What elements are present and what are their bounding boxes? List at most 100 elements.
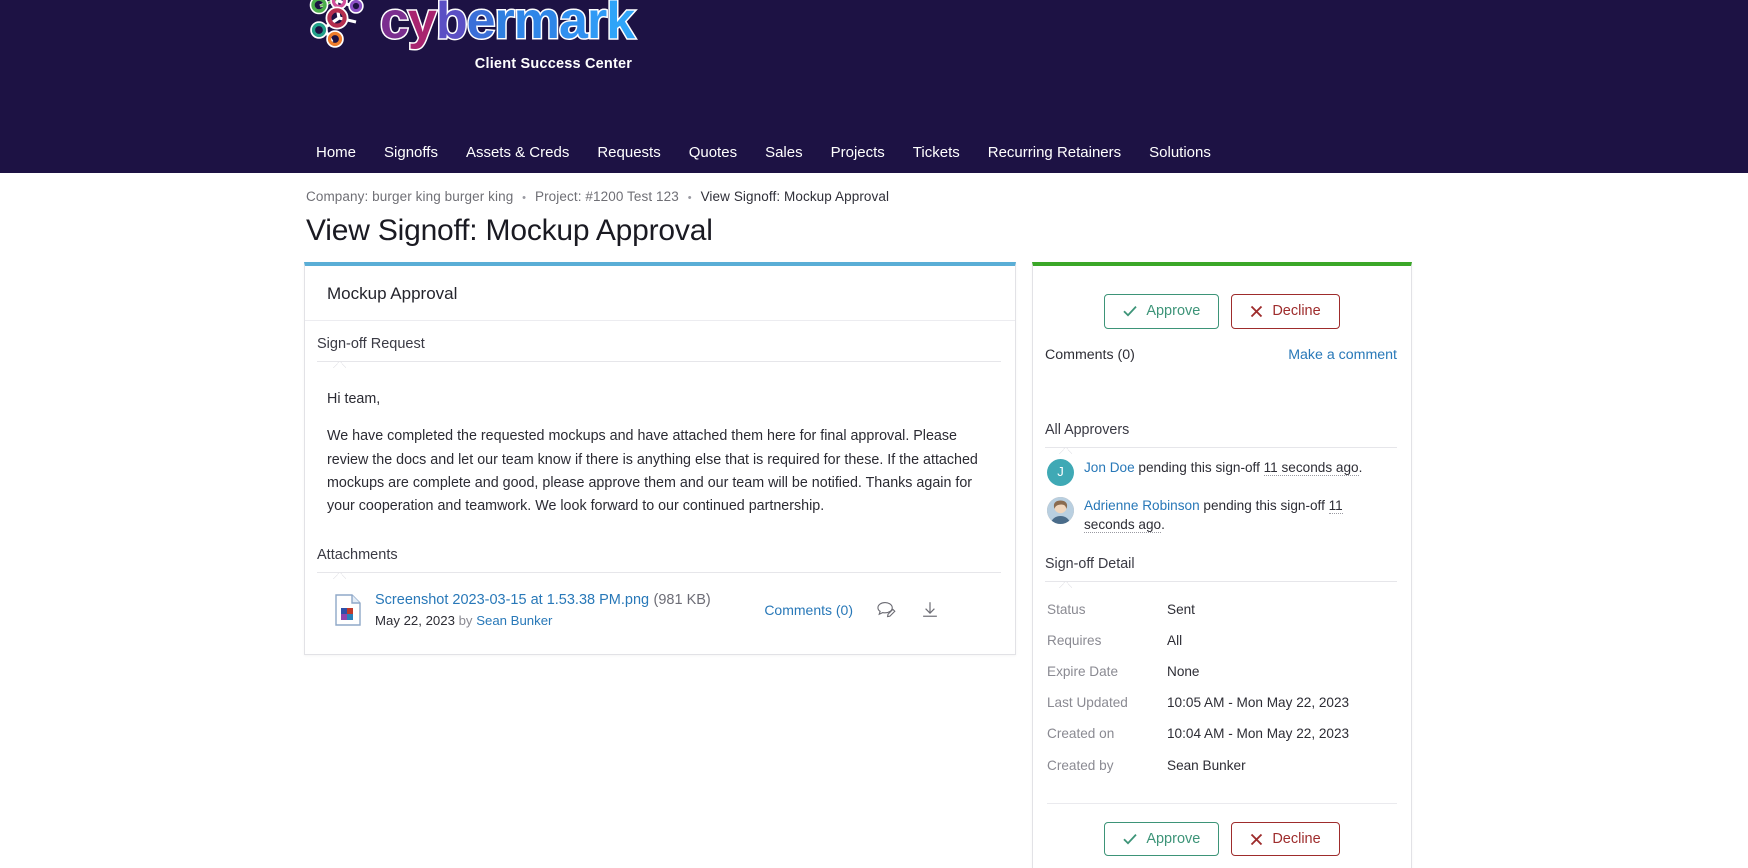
nav-item-projects[interactable]: Projects: [817, 133, 899, 173]
detail-key: Created on: [1047, 726, 1115, 742]
logo-letter-8: k: [605, 0, 637, 50]
logo-letter-6: a: [558, 0, 590, 50]
approve-button-bottom[interactable]: Approve: [1104, 821, 1220, 857]
make-a-comment-link[interactable]: Make a comment: [1288, 347, 1397, 363]
detail-key: Requires: [1047, 633, 1102, 649]
approver-name[interactable]: Adrienne Robinson: [1084, 498, 1200, 513]
approver-text: Adrienne Robinson pending this sign-off …: [1084, 496, 1393, 535]
approver-status: pending this sign-off: [1138, 459, 1260, 475]
nav-item-recurring-retainers[interactable]: Recurring Retainers: [974, 133, 1135, 173]
comment-edit-icon[interactable]: [875, 599, 897, 621]
content-columns: Mockup Approval Sign-off Request Hi team…: [0, 262, 1748, 868]
logo-letter-3: e: [465, 0, 497, 50]
section-divider: [1045, 446, 1397, 454]
nav-item-tickets[interactable]: Tickets: [899, 133, 974, 173]
approver-row: Adrienne Robinson pending this sign-off …: [1033, 486, 1411, 535]
page-content: Company: burger king burger king • Proje…: [0, 173, 1748, 868]
signoff-action-panel: Approve Decline Comments (0) Make a comm…: [1032, 262, 1412, 868]
nav-item-signoffs[interactable]: Signoffs: [370, 133, 452, 173]
brand-logo[interactable]: c y b e r m a r k Client Success Center: [306, 0, 637, 72]
avatar[interactable]: J: [1047, 458, 1074, 486]
approve-button-top[interactable]: Approve: [1104, 294, 1220, 329]
cross-icon: [1251, 833, 1263, 845]
action-buttons-top: Approve Decline: [1033, 266, 1411, 347]
download-icon[interactable]: [919, 599, 941, 621]
detail-row: Status Sent: [1033, 594, 1411, 625]
approver-trailing: .: [1161, 517, 1165, 533]
breadcrumb-current: View Signoff: Mockup Approval: [700, 189, 890, 204]
decline-button-bottom[interactable]: Decline: [1231, 821, 1340, 857]
decline-button-top[interactable]: Decline: [1231, 294, 1340, 329]
logo-letter-7: r: [585, 0, 608, 50]
approver-name[interactable]: Jon Doe: [1084, 460, 1135, 475]
attachment-by-label: by: [458, 613, 473, 629]
signoff-detail-card: Mockup Approval Sign-off Request Hi team…: [304, 262, 1016, 656]
attachment-name-link[interactable]: Screenshot 2023-03-15 at 1.53.38 PM.png: [375, 592, 649, 608]
approver-row: J Jon Doe pending this sign-off 11 secon…: [1033, 448, 1411, 486]
signoff-detail-section: Sign-off Detail Status Sent Requires All…: [1033, 555, 1411, 789]
comments-empty-area: [1033, 363, 1411, 421]
png-file-icon: [335, 594, 361, 626]
section-divider: [317, 572, 1001, 580]
comments-count-label: Comments (0): [1045, 346, 1135, 363]
cross-icon: [1251, 305, 1263, 317]
avatar[interactable]: [1047, 496, 1074, 524]
breadcrumb-company[interactable]: Company: burger king burger king: [306, 189, 513, 204]
section-divider: [1045, 580, 1397, 588]
approver-text: Jon Doe pending this sign-off 11 seconds…: [1084, 458, 1362, 478]
approve-button-label: Approve: [1146, 303, 1201, 319]
detail-row: Created on 10:04 AM - Mon May 22, 2023: [1033, 718, 1411, 749]
logo-letter-5: m: [512, 0, 561, 50]
attachment-author[interactable]: Sean Bunker: [476, 613, 552, 628]
signoff-body-text: We have completed the requested mockups …: [327, 428, 978, 515]
signoff-greeting: Hi team,: [327, 391, 381, 407]
nav-item-sales[interactable]: Sales: [751, 133, 817, 173]
action-buttons-bottom: Approve Decline: [1033, 804, 1411, 868]
attachment-meta: Screenshot 2023-03-15 at 1.53.38 PM.png …: [375, 591, 764, 628]
cybermark-node-mark-icon: [309, 0, 364, 48]
detail-value: All: [1167, 633, 1183, 649]
avatar-initial: J: [1057, 463, 1064, 479]
logo-letter-4: r: [493, 0, 516, 50]
attachment-subline: May 22, 2023 by Sean Bunker: [375, 613, 764, 628]
nav-item-solutions[interactable]: Solutions: [1135, 133, 1225, 173]
attachment-date: May 22, 2023: [375, 613, 455, 629]
detail-row: Last Updated 10:05 AM - Mon May 22, 2023: [1033, 687, 1411, 718]
breadcrumb-project[interactable]: Project: #1200 Test 123: [535, 189, 679, 204]
all-approvers-label: All Approvers: [1045, 421, 1130, 438]
nav-item-assets-creds[interactable]: Assets & Creds: [452, 133, 583, 173]
approver-trailing: .: [1358, 459, 1363, 475]
signoff-card-title: Mockup Approval: [305, 266, 1015, 321]
detail-value: Sent: [1167, 601, 1195, 617]
approver-status: pending this sign-off: [1203, 497, 1325, 513]
detail-row: Requires All: [1033, 625, 1411, 656]
brand-tagline: Client Success Center: [474, 56, 633, 72]
check-icon: [1123, 833, 1137, 845]
signoff-request-section: Sign-off Request: [305, 321, 1015, 368]
approve-button-label: Approve: [1146, 830, 1201, 847]
breadcrumb: Company: burger king burger king • Proje…: [0, 173, 1748, 204]
detail-value: 10:04 AM - Mon May 22, 2023: [1167, 726, 1350, 742]
detail-value: 10:05 AM - Mon May 22, 2023: [1167, 695, 1350, 711]
check-icon: [1123, 306, 1137, 317]
attachment-comments-link[interactable]: Comments (0): [764, 602, 853, 618]
detail-key: Created by: [1047, 757, 1114, 773]
attachments-label: Attachments: [317, 547, 398, 564]
logo-letter-0: c: [379, 0, 411, 50]
approver-time-ago: 11 seconds ago: [1263, 459, 1359, 476]
logo-wordmark: c y b e r m a r k: [379, 0, 637, 50]
attachments-section: Attachments: [305, 532, 1015, 580]
site-header: c y b e r m a r k Client Success Center: [0, 0, 1748, 133]
detail-key: Status: [1047, 601, 1086, 617]
attachment-size: (981 KB): [653, 592, 711, 609]
page-title: View Signoff: Mockup Approval: [306, 214, 713, 247]
attachment-name-line: Screenshot 2023-03-15 at 1.53.38 PM.png …: [375, 591, 764, 609]
decline-button-label: Decline: [1272, 303, 1321, 319]
nav-item-quotes[interactable]: Quotes: [675, 133, 751, 173]
nav-item-requests[interactable]: Requests: [583, 133, 674, 173]
signoff-request-label: Sign-off Request: [317, 336, 425, 352]
nav-item-home[interactable]: Home: [306, 133, 370, 173]
section-divider: [317, 361, 1001, 368]
detail-value: Sean Bunker: [1167, 757, 1246, 773]
main-navigation: Home Signoffs Assets & Creds Requests Qu…: [0, 133, 1748, 173]
